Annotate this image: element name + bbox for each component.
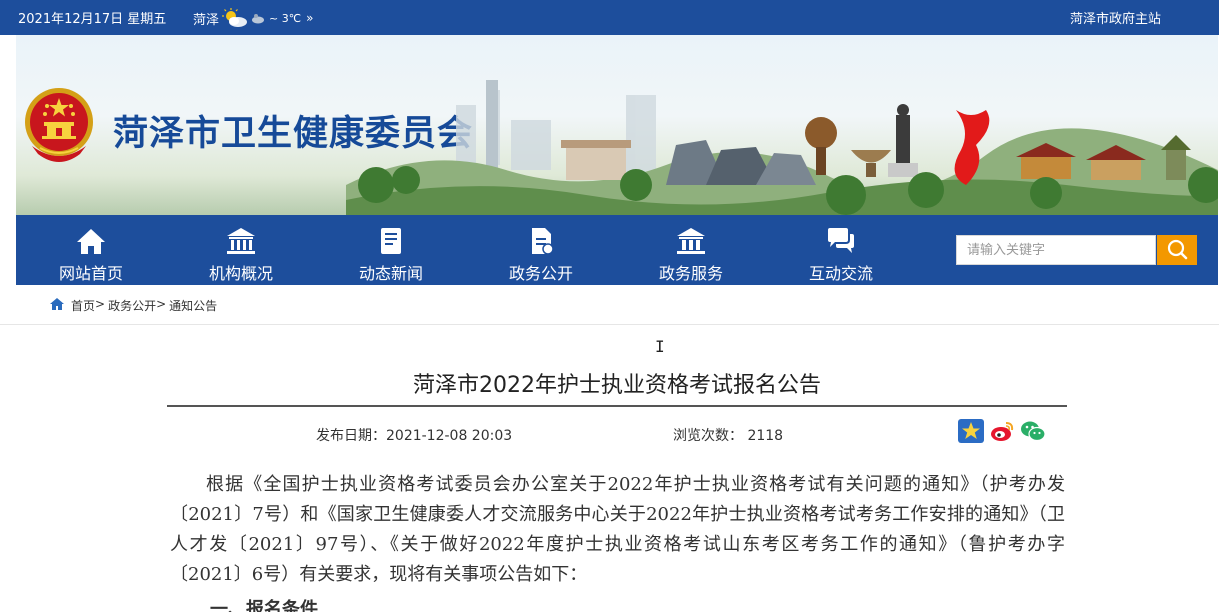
search-box — [956, 235, 1156, 265]
nav-item-gov-affairs[interactable]: 政务公开 — [481, 215, 601, 285]
nav-item-home[interactable]: 网站首页 — [31, 215, 151, 285]
title-divider — [167, 405, 1067, 407]
night-cloud-icon — [251, 11, 265, 25]
nav-item-news[interactable]: 动态新闻 — [331, 215, 451, 285]
weibo-icon[interactable] — [989, 419, 1015, 443]
weather-widget[interactable]: 菏泽 ~ 3℃ » — [193, 8, 313, 28]
section-heading: 一、报名条件 — [210, 599, 318, 612]
nav-item-gov-service[interactable]: 政务服务 — [631, 215, 751, 285]
nav-item-label: 政务公开 — [508, 264, 573, 283]
views-label: 浏览次数： — [673, 428, 743, 444]
search-icon — [1167, 239, 1188, 260]
chat-icon — [826, 227, 856, 255]
breadcrumb-notices[interactable]: 通知公告 — [169, 297, 217, 314]
publish-info: 发布日期：2021-12-08 20:03 — [316, 425, 512, 445]
home-icon — [50, 298, 64, 310]
wechat-icon[interactable] — [1020, 419, 1046, 443]
breadcrumb-home[interactable]: 首页 — [71, 297, 95, 314]
current-date: 2021年12月17日 星期五 — [18, 12, 167, 27]
national-emblem-icon[interactable] — [20, 84, 98, 166]
site-banner: 菏泽市卫生健康委员会 — [16, 35, 1218, 215]
text-cursor-icon: I — [655, 337, 665, 356]
nav-item-interaction[interactable]: 互动交流 — [781, 215, 901, 285]
article-body: 根据《全国护士执业资格考试委员会办公室关于2022年护士执业资格考试有关问题的通… — [170, 474, 1065, 585]
nav-item-label: 政务服务 — [658, 264, 723, 283]
home-icon — [76, 227, 106, 255]
search-input[interactable] — [957, 236, 1153, 264]
publish-label: 发布日期： — [316, 428, 386, 444]
news-icon — [376, 227, 406, 255]
weather-more-icon[interactable]: » — [306, 11, 313, 25]
views-value: 2118 — [747, 428, 784, 444]
publish-date: 2021-12-08 20:03 — [386, 428, 513, 444]
top-bar: 2021年12月17日 星期五 菏泽 ~ 3℃ » 菏泽市政府主站 — [0, 0, 1219, 35]
search-button[interactable] — [1157, 235, 1197, 265]
gov-portal-link[interactable]: 菏泽市政府主站 — [1070, 8, 1161, 27]
star-share-icon[interactable] — [958, 419, 984, 443]
city-landmarks-image — [346, 35, 1218, 215]
breadcrumb-gov-affairs[interactable]: 政务公开 — [108, 297, 156, 314]
breadcrumb-separator: > — [95, 297, 106, 311]
nav-item-institution[interactable]: 机构概况 — [181, 215, 301, 285]
nav-item-label: 互动交流 — [808, 264, 873, 283]
nav-item-label: 机构概况 — [208, 264, 273, 283]
weather-city: 菏泽 — [193, 12, 220, 28]
partly-cloudy-icon — [221, 8, 249, 28]
service-icon — [676, 227, 706, 255]
institution-icon — [226, 227, 256, 255]
article-title: 菏泽市2022年护士执业资格考试报名公告 — [413, 373, 821, 398]
breadcrumb-separator: > — [156, 297, 167, 311]
main-nav: 网站首页 机构概况 动态新闻 政务公开 政务服务 互动交流 请输入关键字 — [16, 215, 1218, 285]
nav-item-label: 网站首页 — [58, 264, 123, 283]
breadcrumb: 首页 > 政务公开 > 通知公告 — [0, 285, 1219, 325]
document-icon — [526, 227, 556, 255]
view-count: 浏览次数： 2118 — [673, 425, 783, 445]
nav-item-label: 动态新闻 — [358, 264, 423, 283]
temperature: ~ 3℃ — [269, 11, 302, 25]
